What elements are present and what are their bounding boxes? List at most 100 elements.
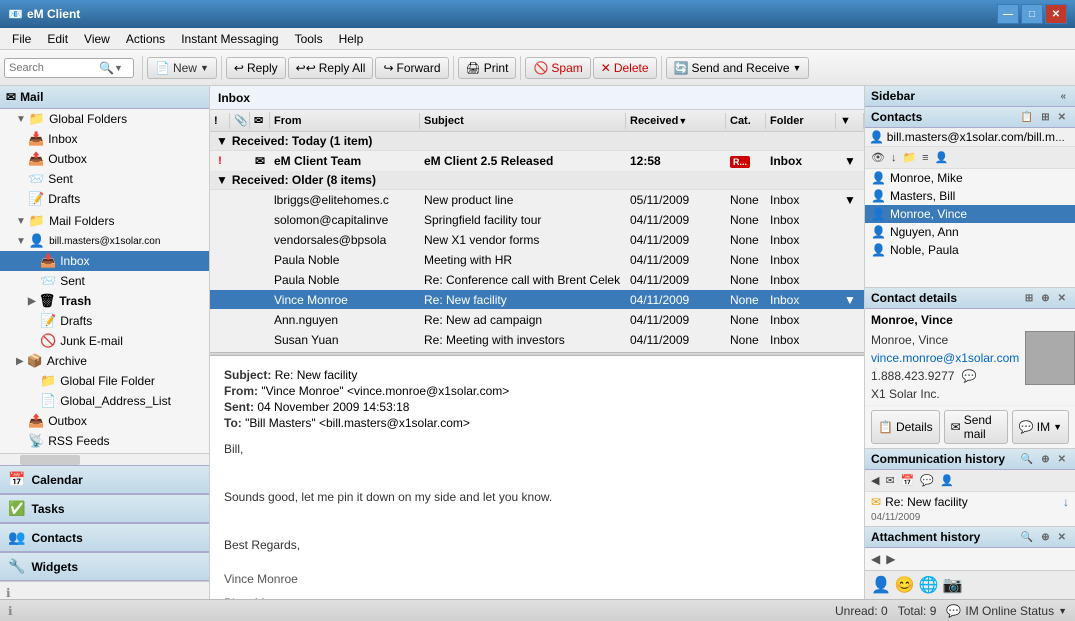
im-status-dropdown[interactable]: ▼ (1058, 606, 1067, 616)
new-button[interactable]: 📄 New ▼ (147, 57, 217, 79)
ch-tool-2[interactable]: ⊕ (1038, 453, 1052, 466)
close-button[interactable]: ✕ (1045, 4, 1067, 24)
cd-close[interactable]: ✕ (1055, 292, 1069, 305)
contacts-tool-1[interactable]: 📋 (1018, 111, 1036, 124)
send-receive-button[interactable]: 🔄 Send and Receive ▼ (666, 57, 810, 79)
im-dropdown-icon[interactable]: ▼ (1053, 422, 1062, 432)
send-mail-button[interactable]: ✉ Send mail (944, 410, 1008, 444)
ct-btn-3[interactable]: 📁 (900, 149, 918, 166)
ah-close[interactable]: ✕ (1055, 531, 1069, 544)
ch-btn-1[interactable]: ◀ (869, 472, 881, 489)
ah-tool-1[interactable]: 🔍 (1018, 531, 1036, 544)
send-receive-dropdown-icon[interactable]: ▼ (793, 63, 802, 73)
forward-button[interactable]: ↪ Forward (375, 57, 448, 79)
contact-item[interactable]: 👤 Masters, Bill (865, 187, 1075, 205)
sidebar-icon-4[interactable]: 📷 (943, 575, 963, 595)
maximize-button[interactable]: □ (1021, 4, 1043, 24)
account-drafts[interactable]: 📝 Drafts (0, 311, 209, 331)
ct-btn-4[interactable]: ≡ (920, 150, 930, 166)
global-outbox[interactable]: 📤 Outbox (0, 149, 209, 169)
email-row[interactable]: Vince Monroe Re: New facility 04/11/2009… (210, 290, 864, 310)
menu-file[interactable]: File (4, 30, 39, 48)
email-row[interactable]: Ann.nguyen Re: New ad campaign 04/11/200… (210, 310, 864, 330)
menu-view[interactable]: View (76, 30, 118, 48)
archive-header[interactable]: ▶ 📦 Archive (0, 351, 209, 371)
cd-tool-2[interactable]: ⊕ (1038, 292, 1052, 305)
search-input[interactable] (9, 62, 99, 74)
search-dropdown-icon[interactable]: ▼ (114, 63, 123, 73)
sidebar-expand-icon[interactable]: « (1057, 90, 1069, 103)
filter-cell[interactable]: ▼ (836, 193, 864, 207)
account-trash[interactable]: ▶ 🗑 Trash (0, 291, 209, 311)
comm-history-item[interactable]: ✉ Re: New facility ↓ (865, 492, 1075, 512)
global-address-list[interactable]: 📄 Global_Address_List (0, 391, 209, 411)
global-folders-header[interactable]: ▼ 📁 Global Folders (0, 109, 209, 129)
contact-item[interactable]: 👤 Nguyen, Ann (865, 223, 1075, 241)
col-read-header[interactable]: ✉ (250, 112, 270, 129)
email-row[interactable]: Susan Yuan Re: Meeting with investors 04… (210, 330, 864, 350)
sidebar-icon-1[interactable]: 👤 (871, 575, 891, 595)
cd-tool-1[interactable]: ⊞ (1022, 292, 1036, 305)
ct-btn-5[interactable]: 👤 (933, 149, 951, 166)
ch-btn-4[interactable]: 💬 (918, 472, 936, 489)
reply-all-button[interactable]: ↩↩ Reply All (288, 57, 374, 79)
col-flag-header[interactable]: ! (210, 113, 230, 129)
nav-tasks[interactable]: ✅ Tasks (0, 494, 209, 523)
contact-item-selected[interactable]: 👤 Monroe, Vince (865, 205, 1075, 223)
menu-help[interactable]: Help (331, 30, 372, 48)
account-sent[interactable]: 📨 Sent (0, 271, 209, 291)
group-today[interactable]: ▼ Received: Today (1 item) (210, 132, 864, 151)
filter-cell[interactable]: ▼ (836, 154, 864, 168)
col-folder-header[interactable]: Folder (766, 113, 836, 129)
email-row[interactable]: lbriggs@elitehomes.c New product line 05… (210, 190, 864, 210)
ch-close[interactable]: ✕ (1055, 453, 1069, 466)
reply-button[interactable]: ↩ Reply (226, 57, 286, 79)
email-row[interactable]: Paula Noble Re: Conference call with Bre… (210, 270, 864, 290)
im-status[interactable]: 💬 IM Online Status ▼ (946, 604, 1067, 618)
sidebar-icon-3[interactable]: 🌐 (919, 575, 939, 595)
search-box[interactable]: 🔍 ▼ (4, 58, 134, 78)
nav-contacts[interactable]: 👥 Contacts (0, 523, 209, 552)
ct-btn-2[interactable]: ↓ (889, 150, 899, 166)
col-attach-header[interactable]: 📎 (230, 112, 250, 129)
col-from-header[interactable]: From (270, 113, 420, 129)
email-row[interactable]: ! ✉ eM Client Team eM Client 2.5 Release… (210, 151, 864, 171)
mail-folders-header[interactable]: ▼ 📁 Mail Folders (0, 211, 209, 231)
account-inbox[interactable]: 📥 Inbox (0, 251, 209, 271)
mail-section-header[interactable]: ✉ Mail (0, 86, 209, 109)
global-drafts[interactable]: 📝 Drafts (0, 189, 209, 209)
menu-actions[interactable]: Actions (118, 30, 173, 48)
menu-instant-messaging[interactable]: Instant Messaging (173, 30, 286, 48)
ah-tool-2[interactable]: ⊕ (1038, 531, 1052, 544)
nav-calendar[interactable]: 📅 Calendar (0, 465, 209, 494)
contacts-close[interactable]: ✕ (1055, 111, 1069, 124)
email-row[interactable]: solomon@capitalinve Springfield facility… (210, 210, 864, 230)
new-dropdown-icon[interactable]: ▼ (200, 63, 209, 73)
nav-widgets[interactable]: 🔧 Widgets (0, 552, 209, 581)
menu-edit[interactable]: Edit (39, 30, 76, 48)
email-row[interactable]: Paula Noble Meeting with HR 04/11/2009 N… (210, 250, 864, 270)
contacts-tool-2[interactable]: ⊞ (1038, 111, 1052, 124)
ch-btn-5[interactable]: 👤 (938, 472, 956, 489)
archive-outbox[interactable]: 📤 Outbox (0, 411, 209, 431)
minimize-button[interactable]: — (997, 4, 1019, 24)
im-button[interactable]: 💬 IM ▼ (1012, 410, 1069, 444)
global-inbox[interactable]: 📥 Inbox (0, 129, 209, 149)
ch-btn-2[interactable]: ✉ (883, 472, 896, 489)
spam-button[interactable]: 🚫 Spam (525, 57, 590, 79)
print-button[interactable]: 🖨 Print (458, 57, 517, 79)
global-file-folder[interactable]: 📁 Global File Folder (0, 371, 209, 391)
ct-btn-1[interactable]: 👁 (869, 149, 887, 166)
col-filter-header[interactable]: ▼ (836, 113, 864, 129)
details-button[interactable]: 📋 Details (871, 410, 940, 444)
account-item[interactable]: ▼ 👤 bill.masters@x1solar.con (0, 231, 209, 251)
delete-button[interactable]: ✕ Delete (593, 57, 657, 79)
sidebar-icon-2[interactable]: 😊 (895, 575, 915, 595)
global-sent[interactable]: 📨 Sent (0, 169, 209, 189)
ch-btn-3[interactable]: 📅 (899, 472, 917, 489)
col-received-header[interactable]: Received ▼ (626, 113, 726, 129)
menu-tools[interactable]: Tools (287, 30, 331, 48)
contact-item[interactable]: 👤 Noble, Paula (865, 241, 1075, 259)
ah-btn-2[interactable]: ▶ (884, 550, 897, 568)
group-older[interactable]: ▼ Received: Older (8 items) (210, 171, 864, 190)
